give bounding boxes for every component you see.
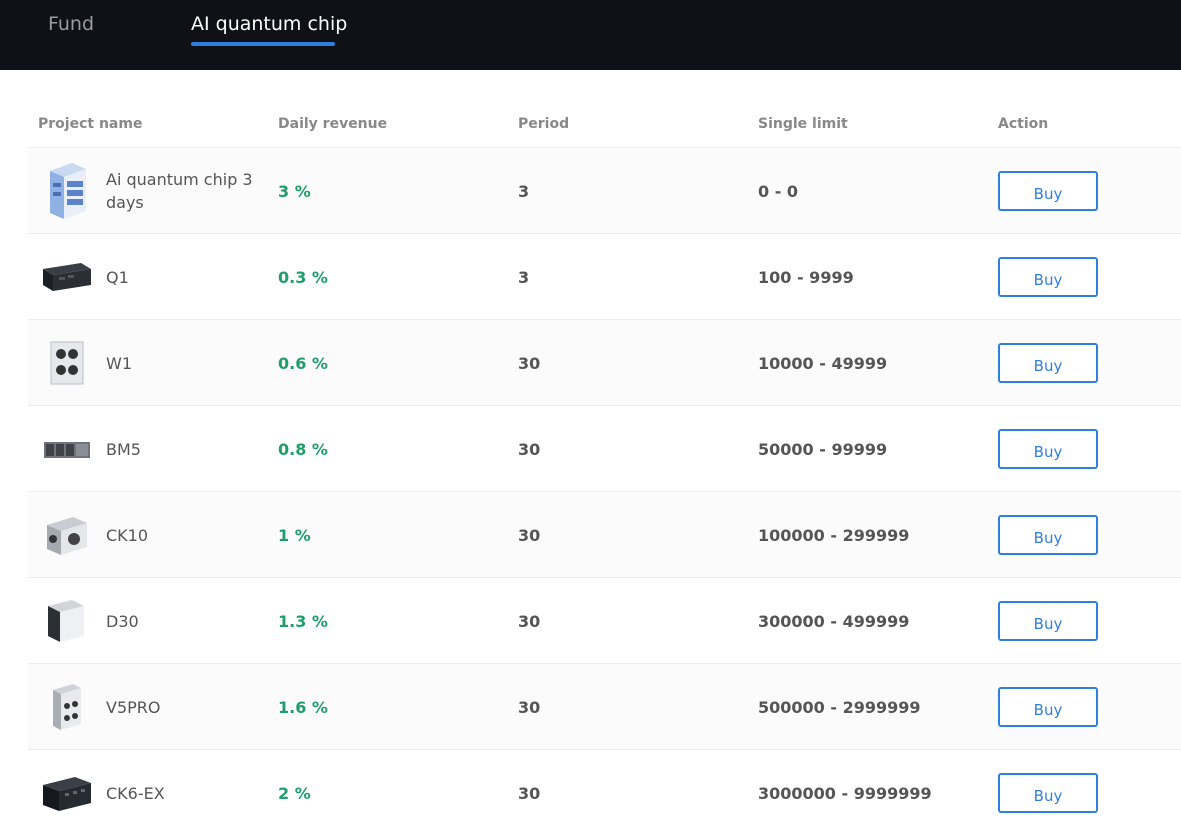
project-name: CK10 bbox=[106, 525, 149, 545]
daily-revenue: 3 % bbox=[278, 181, 311, 201]
daily-revenue: 2 % bbox=[278, 783, 311, 803]
project-name: BM5 bbox=[106, 439, 141, 459]
buy-button[interactable]: Buy bbox=[998, 687, 1098, 727]
asic-miner-icon bbox=[38, 591, 96, 651]
miner-box-icon bbox=[38, 763, 96, 823]
single-limit: 300000 - 499999 bbox=[758, 611, 910, 631]
project-name: D30 bbox=[106, 611, 139, 631]
tab-ai-quantum-chip[interactable]: AI quantum chip bbox=[191, 12, 347, 36]
buy-button[interactable]: Buy bbox=[998, 257, 1098, 297]
miner-box-icon bbox=[38, 247, 96, 307]
daily-revenue: 0.3 % bbox=[278, 267, 328, 287]
table-header: Project name Daily revenue Period Single… bbox=[28, 104, 1181, 148]
project-name: W1 bbox=[106, 353, 132, 373]
period: 30 bbox=[518, 783, 541, 803]
active-tab-indicator bbox=[191, 42, 335, 46]
period: 30 bbox=[518, 439, 541, 459]
tab-fund[interactable]: Fund bbox=[48, 12, 94, 36]
table-row: W1 0.6 % 30 10000 - 49999 Buy bbox=[28, 320, 1181, 406]
miner-unit-icon bbox=[38, 419, 96, 479]
single-limit: 100000 - 299999 bbox=[758, 525, 910, 545]
table-row: Q1 0.3 % 3 100 - 9999 Buy bbox=[28, 234, 1181, 320]
products-table: Project name Daily revenue Period Single… bbox=[28, 104, 1181, 832]
single-limit: 0 - 0 bbox=[758, 181, 799, 201]
single-limit: 100 - 9999 bbox=[758, 267, 854, 287]
table-row: D30 1.3 % 30 300000 - 499999 Buy bbox=[28, 578, 1181, 664]
table-row: CK6-EX 2 % 30 3000000 - 9999999 Buy bbox=[28, 750, 1181, 832]
header-action: Action bbox=[998, 116, 1049, 132]
header-single-limit: Single limit bbox=[758, 116, 848, 132]
buy-button[interactable]: Buy bbox=[998, 515, 1098, 555]
single-limit: 500000 - 2999999 bbox=[758, 697, 921, 717]
daily-revenue: 0.6 % bbox=[278, 353, 328, 373]
table-row: CK10 1 % 30 100000 - 299999 Buy bbox=[28, 492, 1181, 578]
single-limit: 10000 - 49999 bbox=[758, 353, 888, 373]
daily-revenue: 0.8 % bbox=[278, 439, 328, 459]
period: 30 bbox=[518, 525, 541, 545]
project-name: Q1 bbox=[106, 267, 129, 287]
daily-revenue: 1.3 % bbox=[278, 611, 328, 631]
single-limit: 50000 - 99999 bbox=[758, 439, 888, 459]
daily-revenue: 1 % bbox=[278, 525, 311, 545]
project-name: Ai quantum chip 3 days bbox=[106, 170, 253, 212]
asic-miner-icon bbox=[38, 677, 96, 737]
period: 3 bbox=[518, 267, 530, 287]
header-period: Period bbox=[518, 116, 570, 132]
buy-button[interactable]: Buy bbox=[998, 429, 1098, 469]
project-name: V5PRO bbox=[106, 697, 161, 717]
table-row: V5PRO 1.6 % 30 500000 - 2999999 Buy bbox=[28, 664, 1181, 750]
header-daily-revenue: Daily revenue bbox=[278, 116, 388, 132]
asic-miner-icon bbox=[38, 505, 96, 565]
header-project-name: Project name bbox=[38, 116, 143, 132]
buy-button[interactable]: Buy bbox=[998, 773, 1098, 813]
period: 30 bbox=[518, 611, 541, 631]
table-row: BM5 0.8 % 30 50000 - 99999 Buy bbox=[28, 406, 1181, 492]
period: 30 bbox=[518, 697, 541, 717]
project-name: CK6-EX bbox=[106, 783, 165, 803]
period: 30 bbox=[518, 353, 541, 373]
asic-miner-icon bbox=[38, 333, 96, 393]
buy-button[interactable]: Buy bbox=[998, 601, 1098, 641]
single-limit: 3000000 - 9999999 bbox=[758, 783, 932, 803]
buy-button[interactable]: Buy bbox=[998, 171, 1098, 211]
daily-revenue: 1.6 % bbox=[278, 697, 328, 717]
table-row: Ai quantum chip 3 days 3 % 3 0 - 0 Buy bbox=[28, 148, 1181, 234]
period: 3 bbox=[518, 181, 530, 201]
buy-button[interactable]: Buy bbox=[998, 343, 1098, 383]
top-nav-bar: Fund AI quantum chip bbox=[0, 0, 1181, 70]
server-rack-icon bbox=[38, 161, 96, 221]
